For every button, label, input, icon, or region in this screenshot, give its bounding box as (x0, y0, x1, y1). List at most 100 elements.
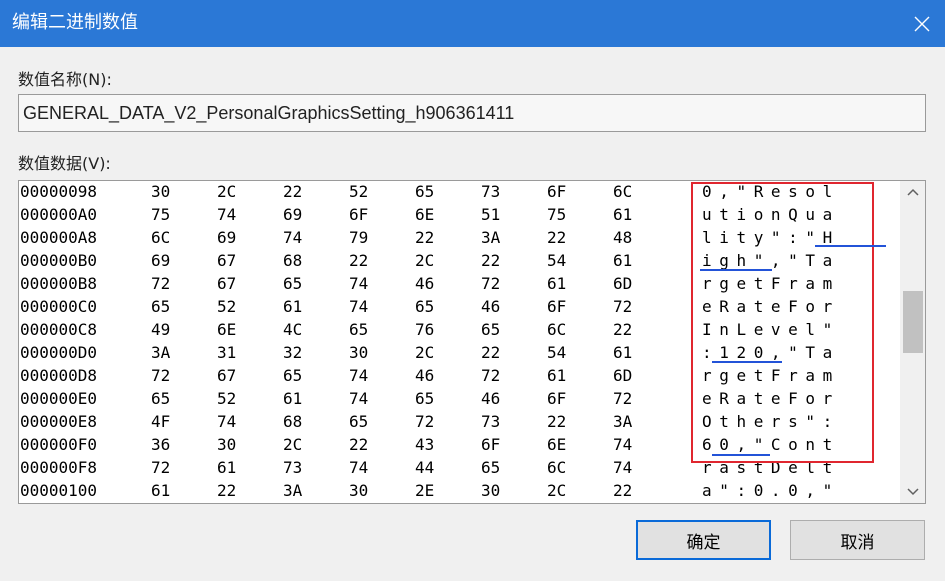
hex-byte[interactable]: 22 (349, 251, 368, 270)
hex-ascii[interactable]: a":0.0," (702, 481, 840, 500)
hex-byte[interactable]: 74 (349, 389, 368, 408)
hex-byte[interactable]: 49 (151, 320, 170, 339)
hex-byte[interactable]: 65 (415, 389, 434, 408)
hex-byte[interactable]: 61 (547, 366, 566, 385)
hex-byte[interactable]: 2C (415, 343, 434, 362)
hex-byte[interactable]: 54 (547, 343, 566, 362)
hex-ascii[interactable]: InLevel" (702, 320, 840, 339)
hex-ascii[interactable]: :120,"Ta (702, 343, 840, 362)
hex-byte[interactable]: 52 (349, 182, 368, 201)
scroll-up-button[interactable] (900, 181, 925, 203)
hex-byte[interactable]: 36 (151, 435, 170, 454)
hex-byte[interactable]: 73 (481, 412, 500, 431)
vertical-scrollbar[interactable] (900, 181, 925, 503)
hex-byte[interactable]: 43 (415, 435, 434, 454)
hex-byte[interactable]: 74 (349, 274, 368, 293)
hex-ascii[interactable]: rgetFram (702, 366, 840, 385)
hex-byte[interactable]: 46 (481, 297, 500, 316)
hex-byte[interactable]: 74 (349, 297, 368, 316)
hex-byte[interactable]: 32 (283, 343, 302, 362)
scrollbar-thumb[interactable] (903, 291, 923, 353)
hex-byte[interactable]: 61 (217, 458, 236, 477)
hex-byte[interactable]: 74 (349, 366, 368, 385)
hex-byte[interactable]: 6F (547, 297, 566, 316)
hex-byte[interactable]: 6E (415, 205, 434, 224)
hex-byte[interactable]: 6D (613, 366, 632, 385)
hex-byte[interactable]: 65 (349, 320, 368, 339)
hex-ascii[interactable]: 0,"Resol (702, 182, 840, 201)
hex-byte[interactable]: 72 (481, 274, 500, 293)
value-data-editor[interactable]: 00000098 30 2C 22 52 65 73 6F 6C 0,"Resol 000000A0… (18, 180, 926, 504)
scroll-down-button[interactable] (900, 481, 925, 503)
hex-byte[interactable]: 2C (415, 251, 434, 270)
hex-byte[interactable]: 65 (415, 182, 434, 201)
hex-byte[interactable]: 30 (481, 481, 500, 500)
hex-byte[interactable]: 75 (547, 205, 566, 224)
hex-byte[interactable]: 74 (283, 228, 302, 247)
hex-byte[interactable]: 79 (349, 228, 368, 247)
hex-byte[interactable]: 74 (349, 458, 368, 477)
hex-byte[interactable]: 68 (283, 412, 302, 431)
hex-byte[interactable]: 22 (547, 228, 566, 247)
hex-byte[interactable]: 73 (481, 182, 500, 201)
hex-ascii[interactable]: eRateFor (702, 297, 840, 316)
hex-byte[interactable]: 69 (151, 251, 170, 270)
hex-byte[interactable]: 75 (151, 205, 170, 224)
hex-byte[interactable]: 22 (349, 435, 368, 454)
hex-byte[interactable]: 30 (151, 182, 170, 201)
hex-byte[interactable]: 6F (547, 182, 566, 201)
hex-byte[interactable]: 3A (613, 412, 632, 431)
hex-byte[interactable]: 72 (151, 458, 170, 477)
hex-byte[interactable]: 30 (217, 435, 236, 454)
hex-byte[interactable]: 67 (217, 366, 236, 385)
hex-byte[interactable]: 44 (415, 458, 434, 477)
hex-byte[interactable]: 2C (217, 182, 236, 201)
hex-byte[interactable]: 72 (415, 412, 434, 431)
hex-byte[interactable]: 72 (151, 274, 170, 293)
hex-ascii[interactable]: 60,"Cont (702, 435, 840, 454)
cancel-button[interactable]: 取消 (790, 520, 925, 560)
hex-byte[interactable]: 54 (547, 251, 566, 270)
hex-byte[interactable]: 65 (283, 366, 302, 385)
hex-byte[interactable]: 2C (283, 435, 302, 454)
hex-byte[interactable]: 52 (217, 297, 236, 316)
hex-byte[interactable]: 2E (415, 481, 434, 500)
hex-byte[interactable]: 46 (481, 389, 500, 408)
hex-byte[interactable]: 22 (547, 412, 566, 431)
hex-byte[interactable]: 51 (481, 205, 500, 224)
hex-byte[interactable]: 72 (613, 389, 632, 408)
hex-byte[interactable]: 3A (283, 481, 302, 500)
hex-byte[interactable]: 61 (151, 481, 170, 500)
hex-byte[interactable]: 22 (613, 481, 632, 500)
hex-byte[interactable]: 65 (481, 458, 500, 477)
hex-byte[interactable]: 30 (349, 343, 368, 362)
hex-byte[interactable]: 74 (613, 458, 632, 477)
hex-byte[interactable]: 61 (283, 389, 302, 408)
hex-byte[interactable]: 22 (481, 343, 500, 362)
hex-byte[interactable]: 68 (283, 251, 302, 270)
hex-byte[interactable]: 65 (415, 297, 434, 316)
hex-byte[interactable]: 6C (547, 458, 566, 477)
hex-byte[interactable]: 6E (547, 435, 566, 454)
ok-button[interactable]: 确定 (636, 520, 771, 560)
hex-byte[interactable]: 6C (613, 182, 632, 201)
hex-ascii[interactable]: rgetFram (702, 274, 840, 293)
hex-ascii[interactable]: rastDelt (702, 458, 840, 477)
hex-byte[interactable]: 65 (481, 320, 500, 339)
hex-byte[interactable]: 22 (217, 481, 236, 500)
hex-byte[interactable]: 61 (547, 274, 566, 293)
hex-byte[interactable]: 6D (613, 274, 632, 293)
hex-byte[interactable]: 6F (349, 205, 368, 224)
hex-byte[interactable]: 6E (217, 320, 236, 339)
hex-ascii[interactable]: eRateFor (702, 389, 840, 408)
hex-byte[interactable]: 65 (283, 274, 302, 293)
hex-byte[interactable]: 65 (349, 412, 368, 431)
hex-byte[interactable]: 52 (217, 389, 236, 408)
hex-byte[interactable]: 74 (217, 412, 236, 431)
hex-byte[interactable]: 67 (217, 274, 236, 293)
hex-byte[interactable]: 65 (151, 389, 170, 408)
hex-byte[interactable]: 2C (547, 481, 566, 500)
hex-byte[interactable]: 74 (613, 435, 632, 454)
hex-byte[interactable]: 72 (151, 366, 170, 385)
hex-byte[interactable]: 6C (547, 320, 566, 339)
